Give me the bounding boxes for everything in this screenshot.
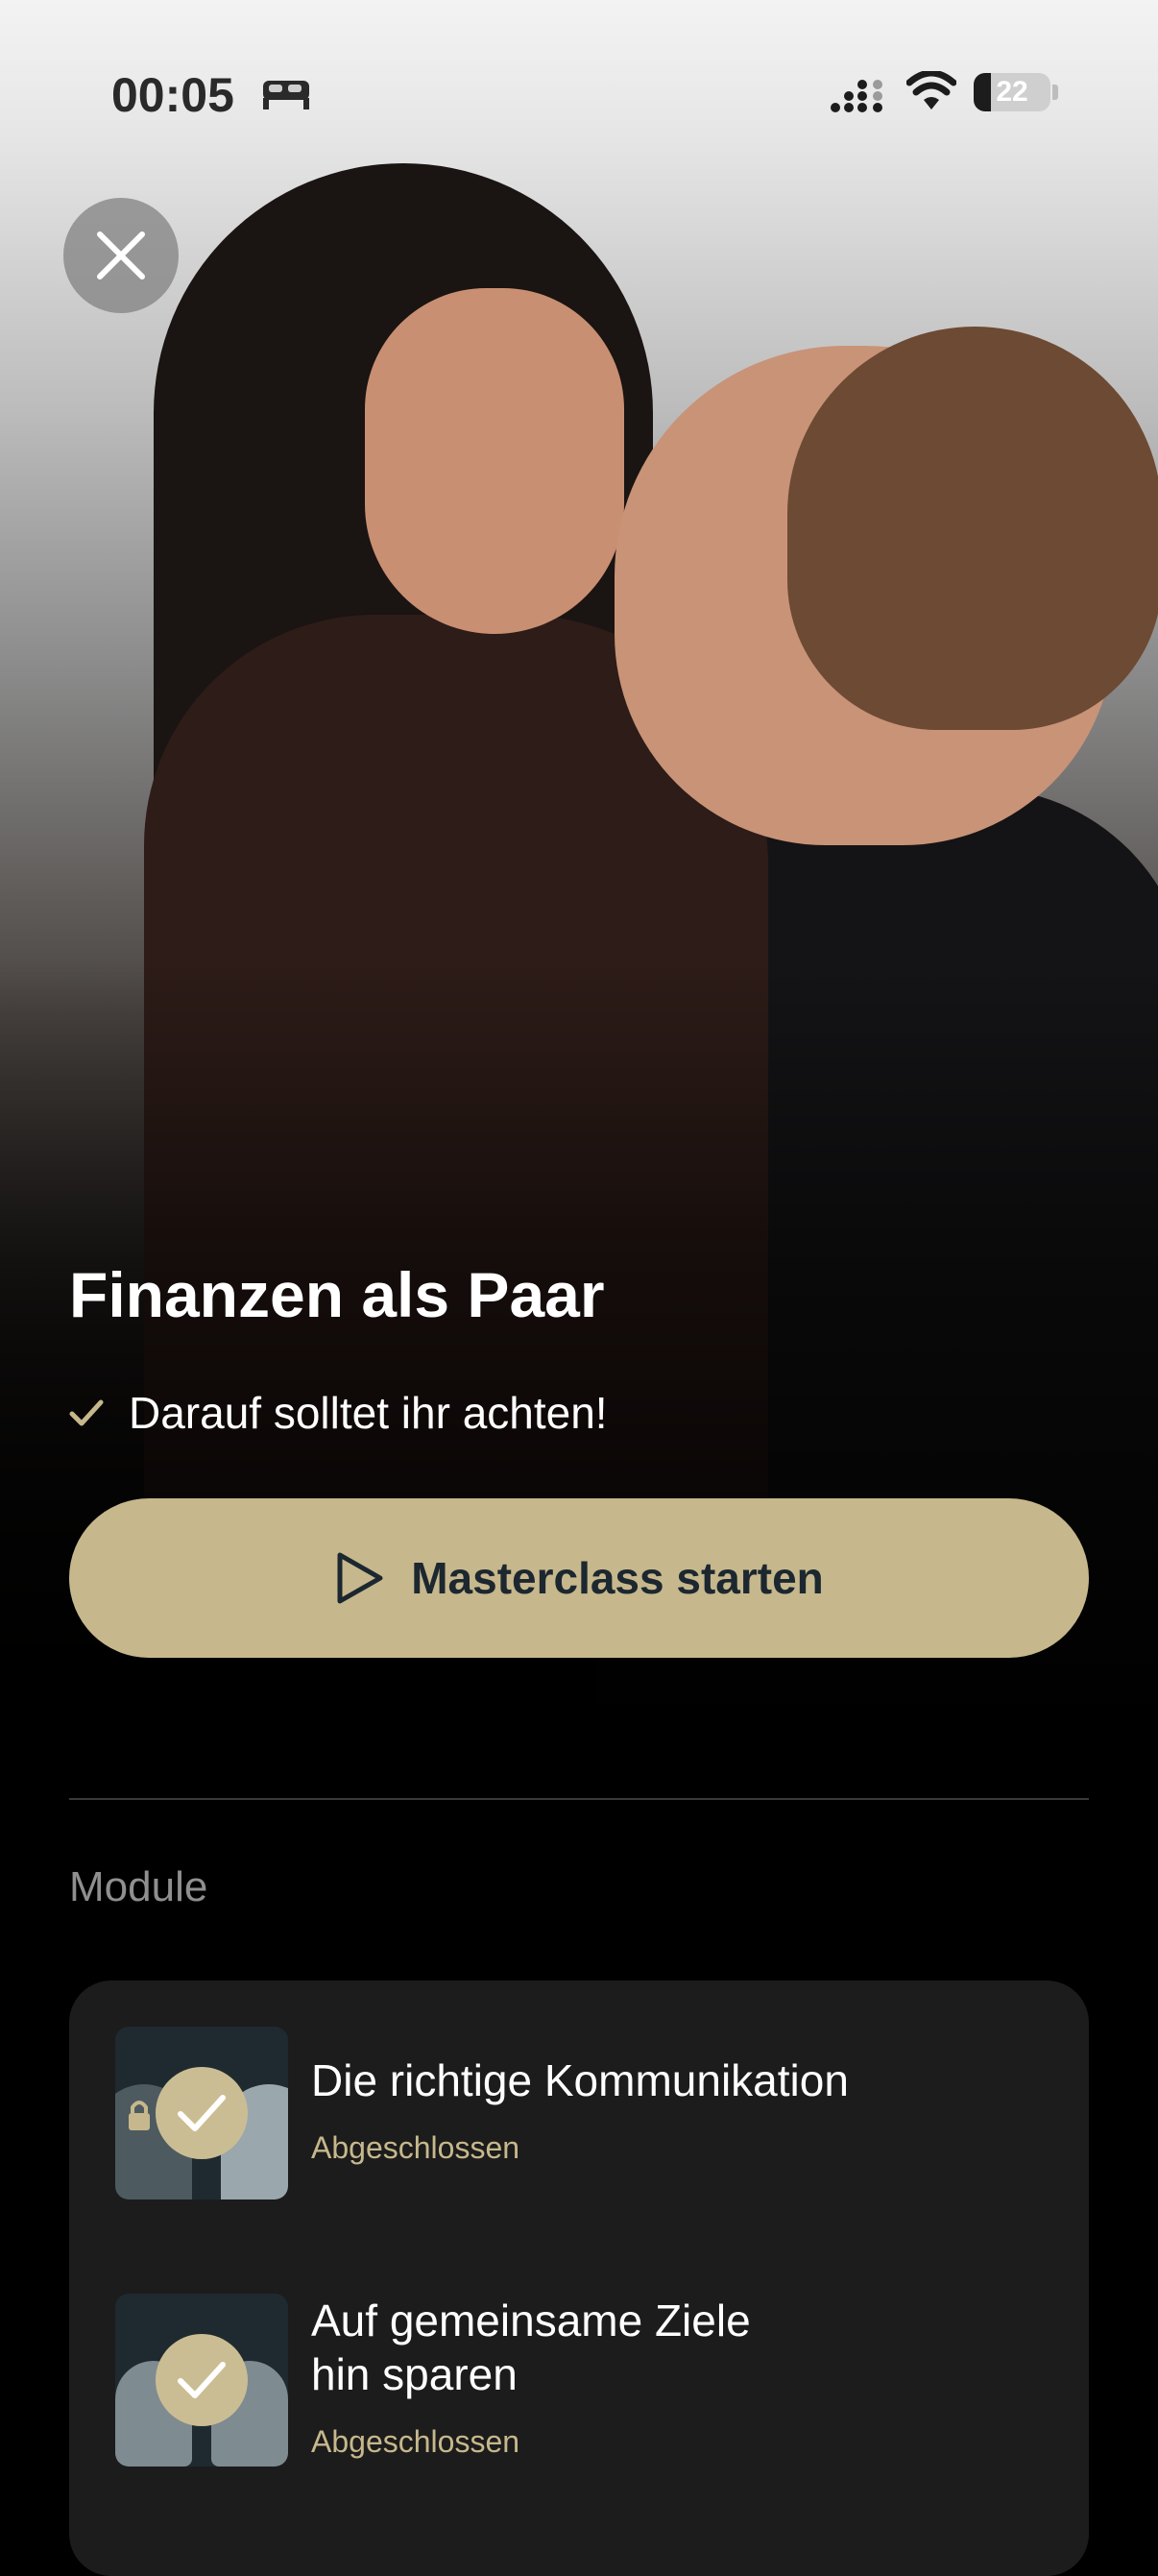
module-title-line-2: hin sparen <box>311 2349 518 2399</box>
module-item-kommunikation[interactable]: Die richtige Kommunikation Abgeschlossen <box>115 2027 1037 2199</box>
module-status: Abgeschlossen <box>311 2130 520 2165</box>
play-icon <box>337 1552 383 1604</box>
divider <box>69 1798 1089 1800</box>
checkmark-icon <box>69 1399 104 1426</box>
close-button[interactable] <box>63 198 179 313</box>
close-icon <box>97 231 145 279</box>
battery-percentage: 22 <box>996 76 1028 108</box>
subtitle-row: Darauf solltet ihr achten! <box>69 1387 608 1439</box>
completed-badge <box>156 2067 248 2159</box>
start-masterclass-button[interactable]: Masterclass starten <box>69 1498 1089 1658</box>
battery-cap <box>1052 85 1058 100</box>
wifi-icon <box>906 71 956 109</box>
check-icon <box>178 2095 226 2131</box>
page-title: Finanzen als Paar <box>69 1259 605 1330</box>
lock-icon <box>129 2101 150 2130</box>
start-masterclass-label: Masterclass starten <box>411 1553 824 1603</box>
module-item-ziele-sparen[interactable]: Auf gemeinsame Ziele hin sparen Abgeschl… <box>115 2294 1037 2467</box>
hero-man-hair <box>787 327 1158 730</box>
modules-section-label: Module <box>69 1863 208 1910</box>
module-title: Auf gemeinsame Ziele hin sparen <box>311 2294 751 2401</box>
modules-card: Die richtige Kommunikation Abgeschlossen… <box>69 1981 1089 2576</box>
battery-icon: 22 <box>974 73 1050 111</box>
module-title: Die richtige Kommunikation <box>311 2055 849 2105</box>
subtitle-text: Darauf solltet ihr achten! <box>129 1388 608 1438</box>
status-time: 00:05 <box>111 68 234 122</box>
module-title-line-1: Auf gemeinsame Ziele <box>311 2296 751 2345</box>
bed-icon <box>263 81 309 109</box>
module-status: Abgeschlossen <box>311 2424 520 2459</box>
check-icon <box>178 2362 226 2398</box>
hero-woman-face <box>365 288 624 634</box>
module-thumbnail <box>115 2027 288 2199</box>
signal-icon <box>831 80 882 112</box>
module-thumbnail <box>115 2294 288 2467</box>
completed-badge <box>156 2334 248 2426</box>
